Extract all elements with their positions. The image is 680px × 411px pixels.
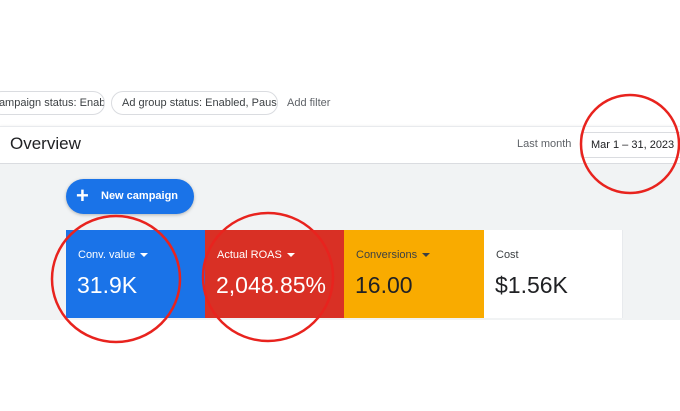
metric-label-text: Cost (496, 249, 519, 261)
metric-card-cost[interactable]: Cost $1.56K (484, 230, 623, 318)
add-filter-link[interactable]: Add filter (287, 91, 330, 115)
metric-card-conversions[interactable]: Conversions 16.00 (344, 230, 484, 318)
date-range-value: Mar 1 – 31, 2023 (591, 139, 675, 151)
date-range-label: Last month (517, 138, 572, 150)
campaign-status-filter-chip[interactable]: Campaign status: Enabled (0, 91, 105, 115)
metric-label[interactable]: Conversions (356, 249, 431, 261)
metric-value: 31.9K (77, 272, 138, 298)
new-campaign-button[interactable]: + New campaign (66, 179, 194, 214)
ad-group-status-filter-label: Ad group status: Enabled, Paused (122, 97, 278, 109)
plus-icon: + (76, 183, 89, 208)
metric-label-text: Actual ROAS (217, 249, 282, 261)
ad-group-status-filter-chip[interactable]: Ad group status: Enabled, Paused (111, 91, 278, 115)
metric-label[interactable]: Cost (496, 249, 519, 261)
metric-label-text: Conversions (356, 249, 418, 261)
page-title: Overview (10, 134, 81, 153)
date-range-picker[interactable]: Mar 1 – 31, 2023 (580, 132, 680, 158)
caret-down-icon (422, 253, 431, 258)
metric-value: $1.56K (495, 272, 568, 298)
caret-down-icon (140, 253, 149, 258)
metric-value: 2,048.85% (216, 272, 326, 298)
overview-header: Overview Last month Mar 1 – 31, 2023 (0, 126, 680, 164)
new-campaign-label: New campaign (101, 190, 179, 202)
metric-value: 16.00 (355, 272, 413, 298)
metric-label-text: Conv. value (78, 249, 136, 261)
metric-label[interactable]: Actual ROAS (217, 249, 295, 261)
metric-card-actual-roas[interactable]: Actual ROAS 2,048.85% (205, 230, 344, 318)
caret-down-icon (286, 253, 295, 258)
metric-label[interactable]: Conv. value (78, 249, 149, 261)
filter-bar: Campaign status: Enabled Ad group status… (0, 90, 680, 118)
metric-card-conv-value[interactable]: Conv. value 31.9K (66, 230, 205, 318)
campaign-status-filter-label: Campaign status: Enabled (0, 97, 105, 109)
